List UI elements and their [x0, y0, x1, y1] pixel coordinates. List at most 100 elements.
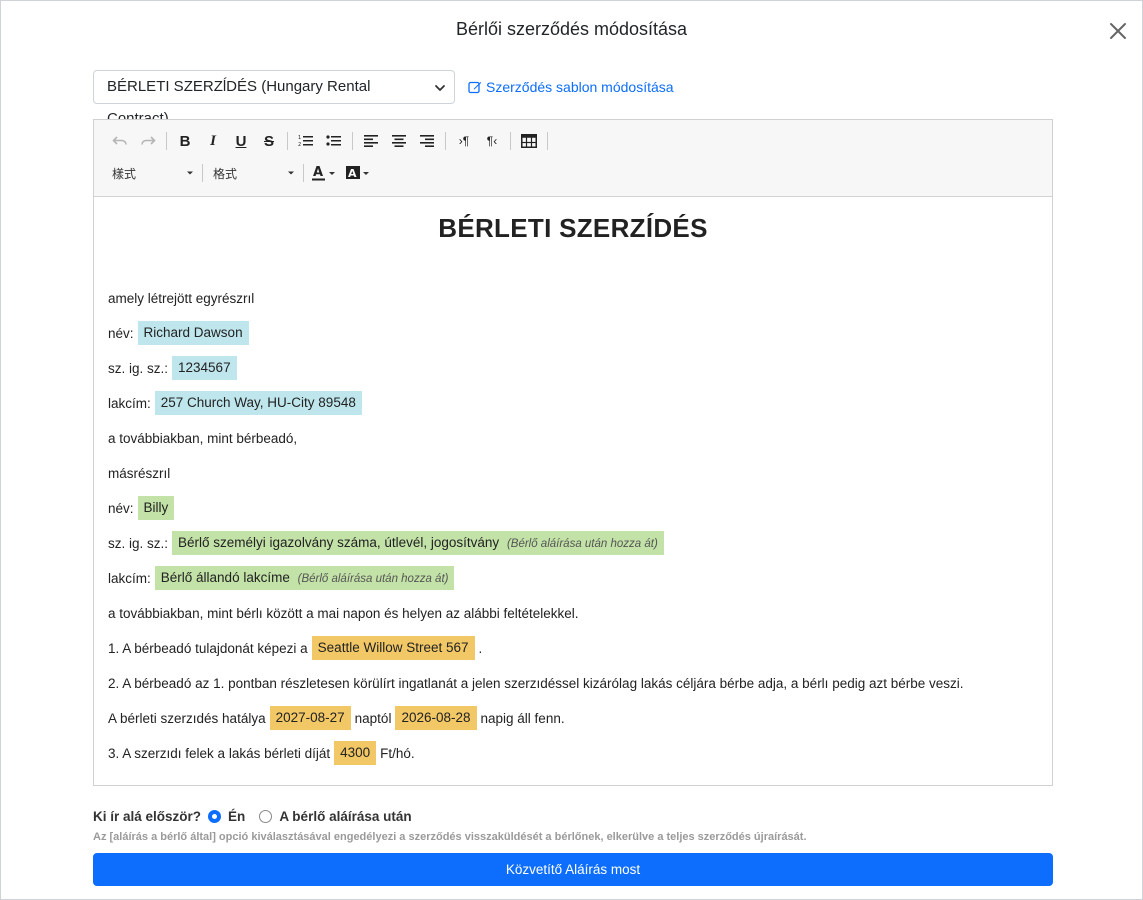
style-dropdown-label: 樣式: [112, 166, 137, 181]
align-right-icon: [420, 135, 434, 147]
tenant-id-line: sz. ig. sz.: Bérlő személyi igazolvány s…: [108, 531, 668, 555]
text-color-button[interactable]: A: [308, 162, 342, 184]
ltr-button[interactable]: ›¶: [450, 130, 478, 152]
underline-icon: U: [235, 132, 247, 150]
bold-icon: B: [179, 132, 191, 150]
paragraph-text: 3. A szerzıdı felek a lakás bérleti díjá…: [108, 745, 331, 761]
tenant-address-placeholder: Bérlő állandó lakcíme: [160, 570, 290, 585]
term-start-field[interactable]: 2027-08-27: [269, 706, 351, 730]
toolbar-separator: [303, 164, 304, 182]
tenant-address-note: (Bérlő aláírása után hozza át): [297, 573, 449, 585]
editor-content[interactable]: BÉRLETI SZERZĺDÉS amely létrejött egyrés…: [94, 197, 1052, 785]
text-line: 2. A bérbeadó az 1. pontban részletesen …: [108, 671, 964, 695]
toolbar-separator: [166, 132, 167, 150]
italic-button[interactable]: I: [199, 130, 227, 152]
background-color-button[interactable]: A: [342, 162, 376, 184]
undo-button[interactable]: [106, 130, 134, 152]
edit-template-label: Szerződés sablon módosítása: [486, 79, 674, 95]
paragraph-text: amely létrejött egyrészrıl: [108, 290, 255, 306]
strikethrough-button[interactable]: S: [255, 130, 283, 152]
text-line: a továbbiakban, mint bérbeadó,: [108, 426, 297, 450]
rtl-icon: ¶‹: [486, 134, 498, 148]
paragraph-text: a továbbiakban, mint bérbeadó,: [108, 430, 298, 446]
tenant-id-note: (Bérlő aláírása után hozza át): [506, 538, 658, 550]
editor-toolbar: B I U S 1 2 ›¶ ¶‹ 樣式 格式 A A: [94, 120, 1052, 197]
landlord-address-line: lakcím: 257 Church Way, HU-City 89548: [108, 391, 366, 415]
property-address-field[interactable]: Seattle Willow Street 567: [311, 636, 475, 660]
rich-text-editor: B I U S 1 2 ›¶ ¶‹ 樣式 格式 A A BÉRLETI SZER…: [93, 119, 1053, 786]
style-dropdown[interactable]: 樣式: [106, 162, 198, 184]
redo-icon: [141, 136, 156, 145]
align-center-icon: [392, 135, 406, 147]
text-color-icon: A: [312, 165, 335, 181]
caret-down-icon: [288, 171, 294, 175]
signing-order-group: Ki ír alá először? Én A bérlő aláírása u…: [93, 809, 412, 824]
tenant-id-field[interactable]: Bérlő személyi igazolvány száma, útlevél…: [172, 531, 664, 555]
rtl-button[interactable]: ¶‹: [478, 130, 506, 152]
bold-button[interactable]: B: [171, 130, 199, 152]
sign-now-button[interactable]: Közvetítő Aláírás most: [93, 853, 1053, 886]
landlord-address-field[interactable]: 257 Church Way, HU-City 89548: [154, 391, 362, 415]
contract-modal: Bérlői szerződés módosítása BÉRLETI SZER…: [0, 0, 1143, 900]
text-line: a továbbiakban, mint bérlı között a mai …: [108, 601, 579, 625]
rent-amount-field[interactable]: 4300: [334, 741, 377, 765]
paragraph-text: a továbbiakban, mint bérlı között a mai …: [108, 605, 579, 621]
landlord-id-field[interactable]: 1234567: [172, 356, 237, 380]
tenant-id-placeholder: Bérlő személyi igazolvány száma, útlevél…: [178, 535, 500, 550]
ordered-list-button[interactable]: 1 2: [292, 130, 320, 152]
paragraph-text: napig áll fenn.: [480, 710, 565, 726]
bullet-list-icon: [326, 135, 341, 146]
text-line: amely létrejött egyrészrıl: [108, 286, 254, 310]
close-icon: [1110, 23, 1126, 39]
bullet-list-button[interactable]: [320, 130, 348, 152]
toolbar-separator: [547, 132, 548, 150]
svg-text:A: A: [348, 167, 357, 180]
field-label: sz. ig. sz.:: [108, 360, 169, 376]
svg-text:A: A: [313, 165, 323, 180]
edit-template-link[interactable]: Szerződés sablon módosítása: [468, 79, 674, 95]
format-dropdown[interactable]: 格式: [207, 162, 299, 184]
document-title: BÉRLETI SZERZĺDÉS: [438, 213, 708, 243]
text-line: másrészrıl: [108, 461, 170, 485]
strikethrough-icon: S: [263, 132, 274, 150]
template-select[interactable]: BÉRLETI SZERZĺDÉS (Hungary Rental Contra…: [93, 70, 455, 127]
field-label: lakcím:: [108, 395, 151, 411]
background-color-icon: A: [346, 166, 369, 180]
align-center-button[interactable]: [385, 130, 413, 152]
radio-me-label[interactable]: Én: [228, 809, 245, 824]
align-left-button[interactable]: [357, 130, 385, 152]
edit-icon: [468, 80, 482, 94]
italic-icon: I: [210, 132, 216, 149]
undo-icon: [112, 136, 127, 145]
tenant-name-field[interactable]: Billy: [137, 496, 175, 520]
paragraph-text: naptól: [354, 710, 392, 726]
align-right-button[interactable]: [413, 130, 441, 152]
caret-down-icon: [187, 171, 193, 175]
modal-title: Bérlői szerződés módosítása: [455, 19, 688, 39]
paragraph-text: .: [478, 640, 483, 656]
field-label: név:: [108, 325, 134, 341]
radio-me[interactable]: [208, 810, 222, 823]
ordered-list-icon: 1 2: [298, 135, 313, 148]
signing-help-text: Az [aláírás a bérlő által] opció kiválas…: [93, 831, 807, 843]
tenant-address-field[interactable]: Bérlő állandó lakcíme (Bérlő aláírása ut…: [154, 566, 455, 590]
field-label: sz. ig. sz.:: [108, 535, 169, 551]
paragraph-text: 2. A bérbeadó az 1. pontban részletesen …: [108, 675, 964, 691]
template-row: BÉRLETI SZERZĺDÉS (Hungary Rental Contra…: [93, 70, 674, 127]
close-button[interactable]: [1108, 21, 1128, 41]
toolbar-separator: [287, 132, 288, 150]
paragraph-text: Ft/hó.: [380, 745, 415, 761]
redo-button[interactable]: [134, 130, 162, 152]
paragraph-text: A bérleti szerzıdés hatálya: [108, 710, 266, 726]
field-label: név:: [108, 500, 134, 516]
landlord-name-field[interactable]: Richard Dawson: [137, 321, 249, 345]
radio-after-tenant-label[interactable]: A bérlő aláírása után: [279, 809, 411, 824]
chevron-down-icon: [435, 85, 445, 91]
term-end-field[interactable]: 2026-08-28: [395, 706, 477, 730]
format-dropdown-label: 格式: [213, 166, 238, 181]
underline-button[interactable]: U: [227, 130, 255, 152]
landlord-id-line: sz. ig. sz.: 1234567: [108, 356, 241, 380]
toolbar-separator: [445, 132, 446, 150]
radio-after-tenant[interactable]: [259, 810, 273, 823]
table-button[interactable]: [515, 130, 543, 152]
